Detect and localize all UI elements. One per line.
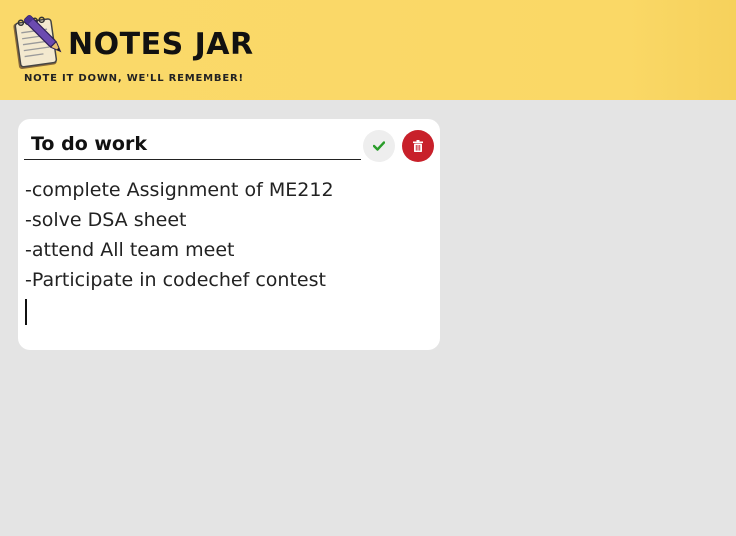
- text-cursor-line: [25, 295, 425, 325]
- trash-icon: [413, 140, 423, 152]
- note-line: -Participate in codechef contest: [25, 269, 326, 291]
- check-icon: [373, 141, 385, 151]
- note-line: -complete Assignment of ME212: [25, 179, 334, 201]
- note-title-input[interactable]: [24, 129, 361, 160]
- note-body-textarea[interactable]: -complete Assignment of ME212 -solve DSA…: [25, 175, 425, 325]
- app-tagline: NOTE IT DOWN, WE'LL REMEMBER!: [24, 73, 244, 84]
- app-header: NOTES JAR NOTE IT DOWN, WE'LL REMEMBER!: [0, 0, 736, 100]
- note-card: -complete Assignment of ME212 -solve DSA…: [18, 119, 440, 350]
- note-line: -attend All team meet: [25, 239, 235, 261]
- note-line: -solve DSA sheet: [25, 209, 187, 231]
- app-title: NOTES JAR: [68, 27, 254, 62]
- delete-note-button[interactable]: [402, 130, 434, 162]
- save-note-button[interactable]: [363, 130, 395, 162]
- text-caret: [25, 298, 27, 325]
